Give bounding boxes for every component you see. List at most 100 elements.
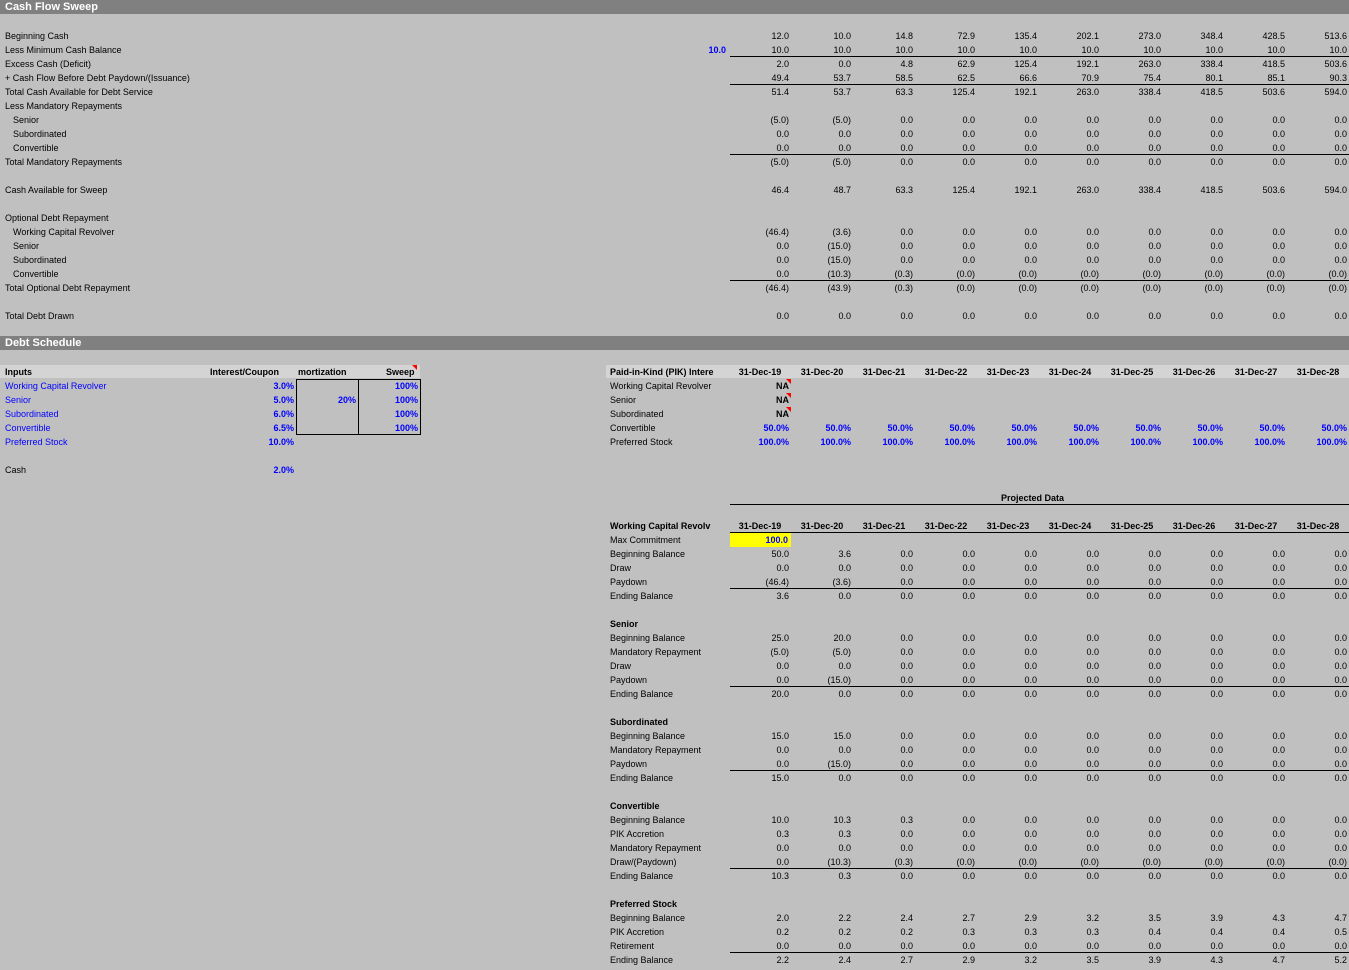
preferred-value: 2.4 <box>900 913 913 923</box>
sweep-value: 0.0 <box>838 59 851 69</box>
pik-rate-input[interactable]: 50.0% <box>731 421 789 435</box>
sweep-value: (0.3) <box>894 269 913 279</box>
preferred-value: 2.9 <box>1024 913 1037 923</box>
sweep-row: Subordinated 0.0 (15.0) 0.0 0.0 0.0 0.0 0.0 0.0 0… <box>0 253 1349 267</box>
input-row-label[interactable]: Convertible <box>5 421 51 435</box>
sweep-input[interactable]: 100% <box>360 393 418 407</box>
sweep-value: 0.0 <box>1210 241 1223 251</box>
senior-row-label: Draw <box>610 661 632 671</box>
sweep-value: 75.4 <box>1143 73 1161 83</box>
pik-rate-input[interactable]: 50.0% <box>855 421 913 435</box>
pik-rate-input[interactable]: 100.0% <box>1165 435 1223 449</box>
pik-rate-input[interactable]: 100.0% <box>1103 435 1161 449</box>
interest-rate-input[interactable]: 10.0% <box>236 435 294 449</box>
sweep-value: 0.0 <box>962 129 975 139</box>
sweep-row: Convertible 0.0 0.0 0.0 0.0 0.0 0.0 0.0 0.0 0.0 0.… <box>0 141 1349 155</box>
senior-row-label: Beginning Balance <box>610 633 686 643</box>
pik-rate-input[interactable]: 50.0% <box>917 421 975 435</box>
preferred-value: 4.7 <box>1272 955 1285 965</box>
pik-rate-input[interactable]: NA <box>731 379 791 393</box>
interest-rate-input[interactable]: 5.0% <box>236 393 294 407</box>
pik-rate-input[interactable]: NA <box>731 393 791 407</box>
senior-value: (15.0) <box>827 675 851 685</box>
interest-rate-input[interactable]: 6.5% <box>236 421 294 435</box>
subordinated-value: (15.0) <box>827 759 851 769</box>
pik-rate-input[interactable]: 100.0% <box>979 435 1037 449</box>
sweep-header: Sweep <box>386 365 417 377</box>
pik-rate-input[interactable]: 100.0% <box>917 435 975 449</box>
sweep-row-label: Optional Debt Repayment <box>5 213 109 223</box>
input-row-label[interactable]: Preferred Stock <box>5 435 68 449</box>
wcr-value: 0.0 <box>962 577 975 587</box>
pik-rate-input[interactable]: 100.0% <box>855 435 913 449</box>
sweep-value: 0.0 <box>1086 143 1099 153</box>
pik-rate-input[interactable]: 50.0% <box>1103 421 1161 435</box>
sweep-value: 80.1 <box>1205 73 1223 83</box>
inputs-header: Inputs <box>5 367 32 377</box>
input-row-label[interactable]: Working Capital Revolver <box>5 379 106 393</box>
pik-rate-input[interactable]: 50.0% <box>793 421 851 435</box>
pik-rate-input[interactable]: 50.0% <box>1227 421 1285 435</box>
sweep-input[interactable]: 100% <box>360 407 418 421</box>
pik-rate-input[interactable]: 50.0% <box>1165 421 1223 435</box>
pik-rate-input[interactable]: 100.0% <box>1289 435 1347 449</box>
pik-rate-input[interactable]: 100.0% <box>731 435 789 449</box>
sweep-value: 0.0 <box>1210 311 1223 321</box>
sweep-value: (0.0) <box>1266 283 1285 293</box>
sweep-value: 0.0 <box>900 255 913 265</box>
sweep-value: (0.3) <box>894 283 913 293</box>
amortization-input[interactable]: 20% <box>298 393 356 407</box>
pik-rate-input[interactable]: 50.0% <box>1289 421 1347 435</box>
senior-row-label: Ending Balance <box>610 689 674 699</box>
subordinated-value: 0.0 <box>1272 731 1285 741</box>
subordinated-value: 0.0 <box>1086 731 1099 741</box>
sweep-input[interactable]: 100% <box>360 421 418 435</box>
pik-rate-input[interactable]: NA <box>731 407 791 421</box>
wcr-value: 0.0 <box>900 549 913 559</box>
sweep-value: 0.0 <box>1086 157 1099 167</box>
sweep-row: Total Debt Drawn 0.0 0.0 0.0 0.0 0.0 0.0 0.0 0.0… <box>0 309 1349 323</box>
convertible-row-label: Draw/(Paydown) <box>610 857 677 867</box>
projected-divider <box>730 504 1349 505</box>
wcr-value: 0.0 <box>1334 577 1347 587</box>
interest-rate-input[interactable]: 6.0% <box>236 407 294 421</box>
input-row-label[interactable]: Senior <box>5 393 31 407</box>
sweep-value: (5.0) <box>770 157 789 167</box>
pik-rate-input[interactable]: 100.0% <box>1041 435 1099 449</box>
sweep-value: (0.0) <box>1266 269 1285 279</box>
senior-value: 0.0 <box>962 647 975 657</box>
convertible-value: 0.0 <box>900 871 913 881</box>
sweep-value: 263.0 <box>1138 59 1161 69</box>
sweep-value: (46.4) <box>765 227 789 237</box>
input-row-label[interactable]: Subordinated <box>5 407 59 421</box>
sweep-value: 62.5 <box>957 73 975 83</box>
sweep-row: Cash Available for Sweep 46.4 48.7 63.3 125.… <box>0 183 1349 197</box>
interest-rate-input[interactable]: 3.0% <box>236 379 294 393</box>
convertible-value: (0.0) <box>1142 857 1161 867</box>
subordinated-value: 0.0 <box>962 759 975 769</box>
min-cash-input[interactable]: 10.0 <box>668 43 726 57</box>
pik-rate-input[interactable]: 100.0% <box>793 435 851 449</box>
sweep-value: 0.0 <box>776 241 789 251</box>
cash-rate-input[interactable]: 2.0% <box>236 463 294 477</box>
sweep-row: Optional Debt Repayment <box>0 211 1349 225</box>
convertible-value: 0.0 <box>1024 871 1037 881</box>
subordinated-value: 0.0 <box>838 773 851 783</box>
sweep-value: 0.0 <box>1334 115 1347 125</box>
sweep-row: Beginning Cash 12.0 10.0 14.8 72.9 135.4 202.1… <box>0 29 1349 43</box>
preferred-value: 0.0 <box>776 941 789 951</box>
convertible-value: 0.0 <box>1148 843 1161 853</box>
preferred-value: 4.3 <box>1210 955 1223 965</box>
pik-rate-input[interactable]: 50.0% <box>1041 421 1099 435</box>
sweep-input[interactable]: 100% <box>360 379 418 393</box>
max-commitment-input[interactable]: 100.0 <box>730 533 791 547</box>
sweep-value: 0.0 <box>1086 115 1099 125</box>
sweep-row-label: Convertible <box>13 143 59 153</box>
sweep-value: 0.0 <box>776 269 789 279</box>
subordinated-value: 0.0 <box>1210 773 1223 783</box>
pik-rate-input[interactable]: 50.0% <box>979 421 1037 435</box>
wcr-value: 0.0 <box>776 563 789 573</box>
section-cash-flow-sweep: Cash Flow Sweep <box>0 0 1349 14</box>
sweep-value: 10.0 <box>1081 45 1099 55</box>
pik-rate-input[interactable]: 100.0% <box>1227 435 1285 449</box>
